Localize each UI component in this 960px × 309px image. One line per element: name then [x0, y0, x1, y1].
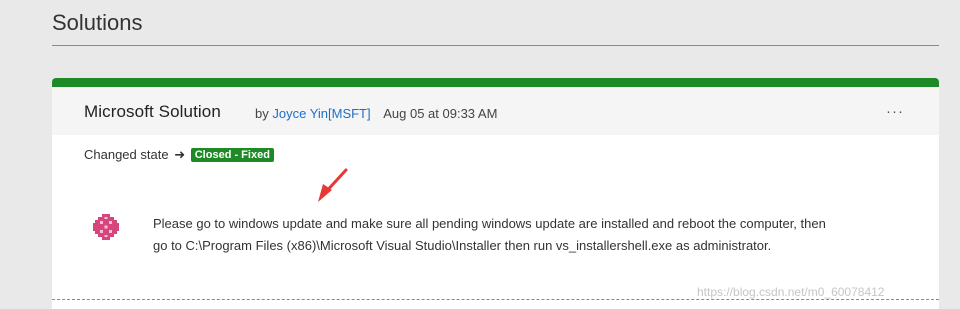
- red-pointer-arrow-icon: [318, 168, 348, 202]
- more-options-icon[interactable]: ···: [886, 103, 904, 120]
- card-header: Microsoft Solution by Joyce Yin[MSFT] Au…: [52, 87, 939, 135]
- watermark: https://blog.csdn.net/m0_60078412: [697, 285, 885, 299]
- section-title: Solutions: [52, 10, 143, 35]
- solution-card: Microsoft Solution by Joyce Yin[MSFT] Au…: [52, 78, 939, 309]
- state-label: Changed state: [84, 147, 169, 162]
- post-meta: by Joyce Yin[MSFT] Aug 05 at 09:33 AM: [255, 106, 497, 121]
- state-arrow-icon: ➜: [174, 147, 186, 162]
- page: Solutions Microsoft Solution by Joyce Yi…: [0, 0, 960, 309]
- section-divider: [52, 45, 939, 46]
- state-change-line: Changed state ➜ Closed - Fixed: [84, 147, 274, 163]
- status-badge: Closed - Fixed: [190, 148, 274, 162]
- by-label: by: [255, 106, 269, 121]
- post-date: Aug 05 at 09:33 AM: [383, 106, 498, 121]
- solution-body: Please go to windows update and make sur…: [153, 216, 826, 253]
- dashed-divider: [52, 299, 939, 300]
- avatar-icon[interactable]: [92, 213, 120, 241]
- author-link[interactable]: Joyce Yin[MSFT]: [272, 106, 370, 121]
- card-title: Microsoft Solution: [84, 102, 221, 121]
